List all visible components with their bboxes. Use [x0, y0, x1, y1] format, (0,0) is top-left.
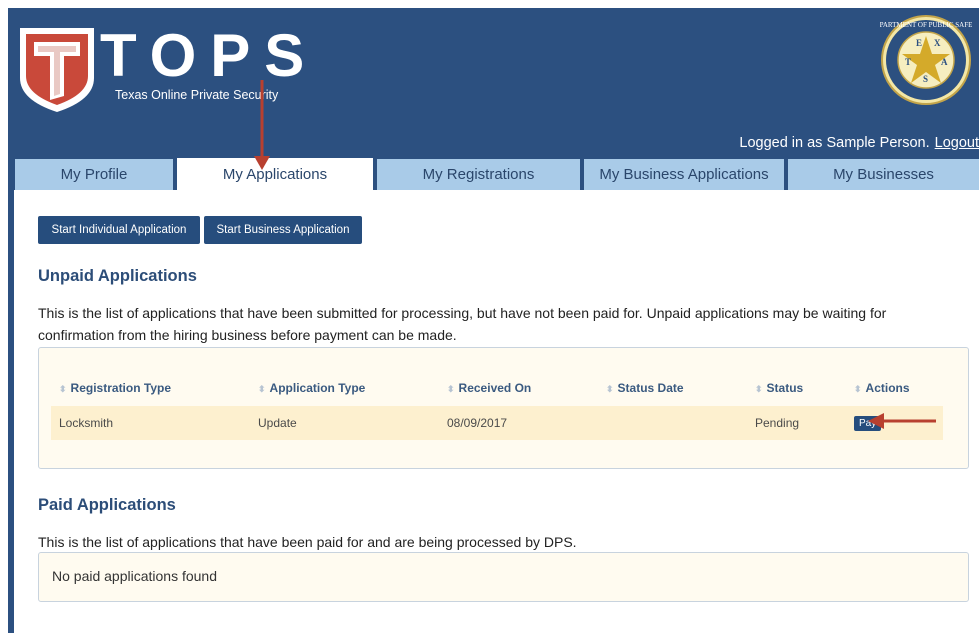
arrow-left-icon: [868, 413, 884, 429]
arrow-down-icon: [254, 156, 270, 170]
annotation-arrows: [254, 80, 936, 429]
